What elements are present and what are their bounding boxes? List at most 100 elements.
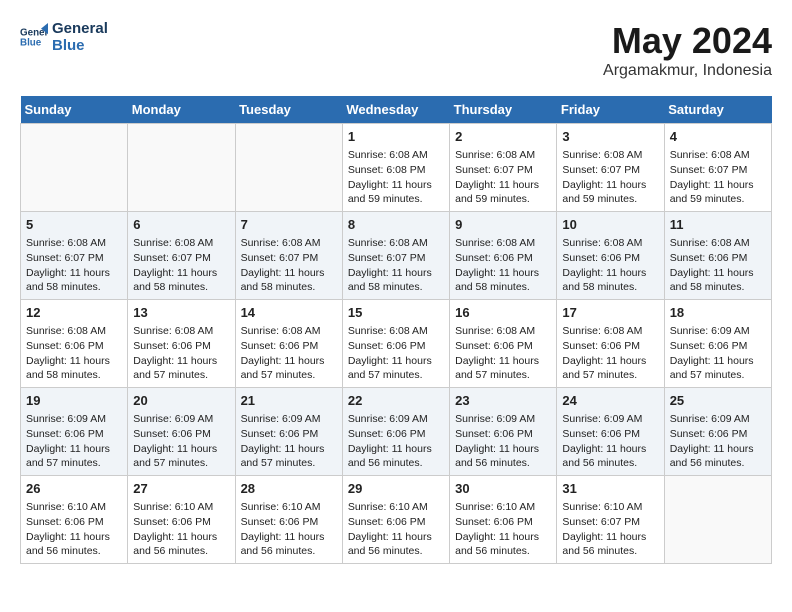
day-info-line: Daylight: 11 hours <box>562 266 658 281</box>
day-info-line: Sunrise: 6:08 AM <box>670 148 766 163</box>
calendar-cell: 20Sunrise: 6:09 AMSunset: 6:06 PMDayligh… <box>128 388 235 476</box>
day-info-line: and 59 minutes. <box>455 192 551 207</box>
day-info-line: Sunrise: 6:08 AM <box>562 324 658 339</box>
day-info-line: Daylight: 11 hours <box>26 354 122 369</box>
calendar-table: SundayMondayTuesdayWednesdayThursdayFrid… <box>20 96 772 564</box>
svg-text:Blue: Blue <box>20 37 42 48</box>
day-info-line: Sunset: 6:08 PM <box>348 163 444 178</box>
day-info-line: Daylight: 11 hours <box>670 178 766 193</box>
day-info-line: and 58 minutes. <box>241 280 337 295</box>
month-year-title: May 2024 <box>603 20 772 62</box>
day-info-line: Sunset: 6:07 PM <box>133 251 229 266</box>
day-number: 25 <box>670 392 766 410</box>
day-info-line: Daylight: 11 hours <box>348 266 444 281</box>
day-info-line: Sunrise: 6:08 AM <box>241 236 337 251</box>
day-info-line: Sunset: 6:06 PM <box>348 339 444 354</box>
day-info-line: Sunset: 6:06 PM <box>455 339 551 354</box>
day-number: 17 <box>562 304 658 322</box>
day-info-line: Sunrise: 6:08 AM <box>26 324 122 339</box>
calendar-cell: 29Sunrise: 6:10 AMSunset: 6:06 PMDayligh… <box>342 476 449 564</box>
location-subtitle: Argamakmur, Indonesia <box>603 62 772 80</box>
day-info-line: Sunset: 6:06 PM <box>455 427 551 442</box>
day-info-line: Daylight: 11 hours <box>455 354 551 369</box>
day-number: 3 <box>562 128 658 146</box>
day-info-line: Daylight: 11 hours <box>348 530 444 545</box>
day-number: 24 <box>562 392 658 410</box>
calendar-cell: 22Sunrise: 6:09 AMSunset: 6:06 PMDayligh… <box>342 388 449 476</box>
day-info-line: Daylight: 11 hours <box>670 442 766 457</box>
day-info-line: Daylight: 11 hours <box>562 354 658 369</box>
calendar-cell: 31Sunrise: 6:10 AMSunset: 6:07 PMDayligh… <box>557 476 664 564</box>
day-info-line: and 57 minutes. <box>241 456 337 471</box>
day-info-line: and 56 minutes. <box>562 456 658 471</box>
day-info-line: Sunset: 6:06 PM <box>670 339 766 354</box>
weekday-header-sunday: Sunday <box>21 96 128 124</box>
day-info-line: Sunset: 6:06 PM <box>670 427 766 442</box>
day-info-line: Sunset: 6:06 PM <box>562 251 658 266</box>
day-info-line: Daylight: 11 hours <box>26 442 122 457</box>
day-info-line: Sunset: 6:07 PM <box>26 251 122 266</box>
logo: General Blue General Blue <box>20 20 108 54</box>
calendar-cell: 14Sunrise: 6:08 AMSunset: 6:06 PMDayligh… <box>235 300 342 388</box>
day-number: 30 <box>455 480 551 498</box>
day-info-line: Daylight: 11 hours <box>133 266 229 281</box>
day-number: 26 <box>26 480 122 498</box>
day-number: 11 <box>670 216 766 234</box>
day-info-line: Sunrise: 6:10 AM <box>133 500 229 515</box>
day-info-line: Sunset: 6:06 PM <box>133 339 229 354</box>
day-info-line: Sunrise: 6:08 AM <box>348 324 444 339</box>
day-info-line: and 56 minutes. <box>670 456 766 471</box>
day-number: 13 <box>133 304 229 322</box>
calendar-cell: 4Sunrise: 6:08 AMSunset: 6:07 PMDaylight… <box>664 124 771 212</box>
calendar-cell: 25Sunrise: 6:09 AMSunset: 6:06 PMDayligh… <box>664 388 771 476</box>
day-info-line: Sunrise: 6:08 AM <box>133 236 229 251</box>
day-info-line: and 57 minutes. <box>562 368 658 383</box>
day-info-line: and 57 minutes. <box>670 368 766 383</box>
calendar-cell: 16Sunrise: 6:08 AMSunset: 6:06 PMDayligh… <box>450 300 557 388</box>
day-info-line: Sunrise: 6:09 AM <box>348 412 444 427</box>
calendar-cell: 11Sunrise: 6:08 AMSunset: 6:06 PMDayligh… <box>664 212 771 300</box>
day-info-line: and 58 minutes. <box>562 280 658 295</box>
day-number: 15 <box>348 304 444 322</box>
day-info-line: and 58 minutes. <box>670 280 766 295</box>
day-info-line: Daylight: 11 hours <box>26 530 122 545</box>
day-info-line: and 57 minutes. <box>26 456 122 471</box>
day-number: 27 <box>133 480 229 498</box>
calendar-cell: 7Sunrise: 6:08 AMSunset: 6:07 PMDaylight… <box>235 212 342 300</box>
day-number: 1 <box>348 128 444 146</box>
calendar-cell: 24Sunrise: 6:09 AMSunset: 6:06 PMDayligh… <box>557 388 664 476</box>
day-info-line: Sunrise: 6:08 AM <box>455 148 551 163</box>
calendar-cell: 17Sunrise: 6:08 AMSunset: 6:06 PMDayligh… <box>557 300 664 388</box>
calendar-cell: 8Sunrise: 6:08 AMSunset: 6:07 PMDaylight… <box>342 212 449 300</box>
day-info-line: Sunrise: 6:10 AM <box>348 500 444 515</box>
day-number: 9 <box>455 216 551 234</box>
day-number: 28 <box>241 480 337 498</box>
day-info-line: and 58 minutes. <box>133 280 229 295</box>
day-number: 23 <box>455 392 551 410</box>
day-number: 12 <box>26 304 122 322</box>
day-info-line: Sunset: 6:06 PM <box>26 515 122 530</box>
day-info-line: and 59 minutes. <box>562 192 658 207</box>
calendar-cell: 21Sunrise: 6:09 AMSunset: 6:06 PMDayligh… <box>235 388 342 476</box>
day-info-line: and 56 minutes. <box>562 544 658 559</box>
day-info-line: Sunrise: 6:08 AM <box>133 324 229 339</box>
day-info-line: Sunrise: 6:08 AM <box>26 236 122 251</box>
calendar-week-1: 1 Sunrise: 6:08 AM Sunset: 6:08 PM Daylight… <box>21 124 772 212</box>
day-info-line: Sunset: 6:06 PM <box>26 427 122 442</box>
day-info-line: Sunset: 6:06 PM <box>241 515 337 530</box>
day-info-line: Sunrise: 6:09 AM <box>241 412 337 427</box>
calendar-cell: 5Sunrise: 6:08 AMSunset: 6:07 PMDaylight… <box>21 212 128 300</box>
day-info-line: Sunset: 6:07 PM <box>348 251 444 266</box>
day-info-line: Sunrise: 6:09 AM <box>26 412 122 427</box>
calendar-cell: 10Sunrise: 6:08 AMSunset: 6:06 PMDayligh… <box>557 212 664 300</box>
day-info-line: Sunrise: 6:09 AM <box>133 412 229 427</box>
calendar-cell: 27Sunrise: 6:10 AMSunset: 6:06 PMDayligh… <box>128 476 235 564</box>
day-info-line: and 56 minutes. <box>348 544 444 559</box>
calendar-cell: 15Sunrise: 6:08 AMSunset: 6:06 PMDayligh… <box>342 300 449 388</box>
day-info-line: Sunset: 6:06 PM <box>670 251 766 266</box>
day-info-line: and 57 minutes. <box>348 368 444 383</box>
day-info-line: Sunset: 6:06 PM <box>562 427 658 442</box>
day-info-line: Sunset: 6:06 PM <box>348 427 444 442</box>
day-number: 18 <box>670 304 766 322</box>
calendar-cell: 28Sunrise: 6:10 AMSunset: 6:06 PMDayligh… <box>235 476 342 564</box>
